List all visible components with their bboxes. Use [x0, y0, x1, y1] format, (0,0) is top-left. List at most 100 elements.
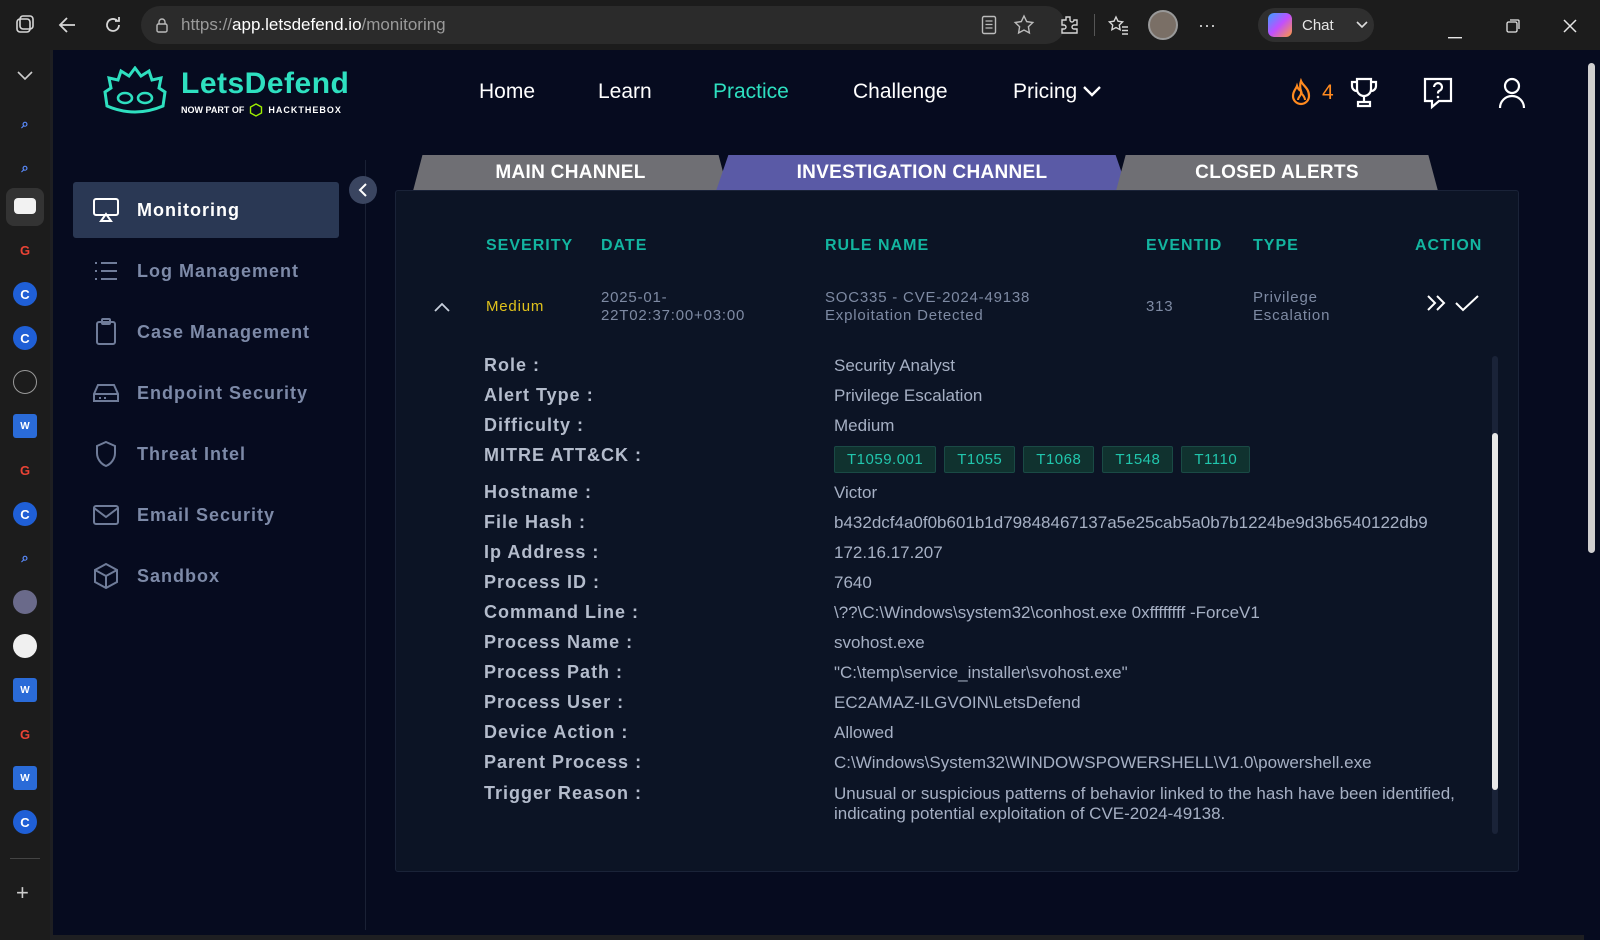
sidebar-item-log-management[interactable]: Log Management	[73, 243, 339, 299]
add-tab-icon[interactable]: +	[16, 880, 29, 906]
parent-process-value: C:\Windows\System32\WINDOWSPOWERSHELL\V1…	[834, 753, 1372, 772]
word-tab-icon[interactable]: W	[13, 414, 37, 438]
globe-tab-icon[interactable]	[13, 370, 37, 394]
help-icon[interactable]	[1422, 76, 1454, 115]
rule-name-line-2: Exploitation Detected	[825, 307, 984, 324]
process-id-label: Process ID :	[484, 572, 601, 592]
tab-closed-alerts[interactable]: CLOSED ALERTS	[1116, 155, 1438, 191]
favorites-icon[interactable]	[1102, 9, 1134, 41]
favorite-star-icon[interactable]	[1013, 14, 1035, 41]
sidebar-divider	[10, 858, 40, 859]
tab-main-channel[interactable]: MAIN CHANNEL	[413, 155, 728, 191]
role-value: Security Analyst	[834, 356, 955, 375]
mitre-tag[interactable]: T1548	[1102, 446, 1174, 473]
mitre-label: MITRE ATT&CK :	[484, 445, 642, 465]
column-header-date[interactable]: DATE	[601, 237, 647, 255]
escalate-icon[interactable]	[1426, 294, 1448, 317]
check-icon[interactable]	[1454, 294, 1480, 317]
streak-counter[interactable]: 4	[1286, 78, 1334, 108]
command-line-label: Command Line :	[484, 602, 640, 622]
rule-name-line-1: SOC335 - CVE-2024-49138	[825, 289, 1031, 306]
user-icon[interactable]	[1497, 76, 1527, 115]
nav-pricing[interactable]: Pricing	[1013, 80, 1102, 104]
sidebar-item-case-management[interactable]: Case Management	[73, 304, 339, 360]
nav-practice[interactable]: Practice	[713, 80, 789, 104]
details-scrollbar-thumb[interactable]	[1492, 433, 1498, 790]
reader-icon[interactable]	[981, 15, 997, 40]
monitor-icon	[91, 197, 121, 223]
brand-name: LetsDefend	[181, 67, 350, 100]
chevron-up-icon[interactable]	[434, 299, 450, 317]
sidebar-item-label: Email Security	[137, 504, 276, 525]
c-tab-icon[interactable]: C	[13, 810, 37, 834]
process-path-value: "C:\temp\service_installer\svohost.exe"	[834, 663, 1128, 682]
word-tab-icon[interactable]: W	[13, 766, 37, 790]
mitre-tag[interactable]: T1059.001	[834, 446, 937, 473]
close-icon[interactable]	[1563, 16, 1577, 39]
column-header-action[interactable]: ACTION	[1415, 237, 1482, 255]
mitre-tag[interactable]: T1055	[944, 446, 1016, 473]
mitre-tag[interactable]: T1068	[1023, 446, 1095, 473]
tabs-icon[interactable]	[9, 9, 41, 41]
c-tab-icon[interactable]: C	[13, 502, 37, 526]
column-header-severity[interactable]: SEVERITY	[486, 237, 573, 255]
type-line-2: Escalation	[1253, 307, 1331, 324]
chevron-left-icon	[358, 183, 367, 197]
column-header-rule-name[interactable]: RULE NAME	[825, 237, 929, 255]
github-tab-icon[interactable]	[13, 634, 37, 658]
shield-icon	[91, 440, 121, 468]
column-header-eventid[interactable]: EVENTID	[1146, 237, 1222, 255]
search-tab-icon[interactable]: ⌕	[13, 156, 37, 180]
refresh-icon[interactable]	[97, 9, 129, 41]
logo[interactable]: LetsDefend NOW PART OF HACKTHEBOX	[101, 66, 349, 118]
active-tab-highlight[interactable]	[6, 188, 44, 226]
nav-challenge[interactable]: Challenge	[853, 80, 948, 104]
ip-address-label: Ip Address :	[484, 542, 600, 562]
hostname-value: Victor	[834, 483, 878, 502]
search-tab-icon[interactable]: ⌕	[13, 546, 37, 570]
word-tab-icon[interactable]: W	[13, 678, 37, 702]
parent-process-label: Parent Process :	[484, 752, 643, 772]
address-bar[interactable]: https://app.letsdefend.io/monitoring	[141, 6, 1065, 44]
sidebar-collapse-button[interactable]	[349, 176, 377, 204]
letsdefend-app: LetsDefend NOW PART OF HACKTHEBOX Home L…	[53, 50, 1584, 935]
extensions-icon[interactable]	[1053, 9, 1085, 41]
chevron-down-icon[interactable]	[17, 68, 33, 86]
c-tab-icon[interactable]: C	[13, 282, 37, 306]
page-scrollbar-thumb[interactable]	[1588, 63, 1595, 553]
chevron-down-icon	[1083, 86, 1102, 97]
hedgehog-logo-icon	[103, 66, 167, 114]
tab-investigation-channel[interactable]: INVESTIGATION CHANNEL	[716, 155, 1128, 191]
profile-avatar[interactable]	[1148, 10, 1178, 40]
sidebar-item-email-security[interactable]: Email Security	[73, 487, 339, 543]
sidebar-item-label: Endpoint Security	[137, 382, 309, 403]
back-icon[interactable]	[52, 9, 84, 41]
search-tab-icon[interactable]: ⌕	[13, 112, 37, 136]
chevron-down-icon	[1356, 18, 1368, 32]
flame-icon	[1291, 78, 1311, 106]
copilot-chat-button[interactable]: Chat	[1258, 8, 1374, 42]
sidebar-item-sandbox[interactable]: Sandbox	[73, 548, 339, 604]
sidebar-item-endpoint-security[interactable]: Endpoint Security	[73, 365, 339, 421]
date-line-2: 22T02:37:00+03:00	[601, 307, 746, 324]
process-user-label: Process User :	[484, 692, 625, 712]
more-menu-icon[interactable]: ···	[1191, 9, 1223, 41]
device-action-value: Allowed	[834, 723, 894, 742]
c-tab-icon[interactable]: C	[13, 326, 37, 350]
process-user-value: EC2AMAZ-ILGVOIN\LetsDefend	[834, 693, 1081, 712]
nav-home[interactable]: Home	[479, 80, 535, 104]
google-tab-icon[interactable]: G	[13, 722, 37, 746]
nav-learn[interactable]: Learn	[598, 80, 652, 104]
sidebar-item-label: Threat Intel	[137, 443, 247, 464]
restore-icon[interactable]	[1506, 16, 1520, 39]
sidebar-item-threat-intel[interactable]: Threat Intel	[73, 426, 339, 482]
google-tab-icon[interactable]: G	[13, 458, 37, 482]
hostname-label: Hostname :	[484, 482, 593, 502]
trophy-icon[interactable]	[1349, 76, 1379, 115]
column-header-type[interactable]: TYPE	[1253, 237, 1299, 255]
github-tab-icon[interactable]	[13, 590, 37, 614]
google-tab-icon[interactable]: G	[13, 238, 37, 262]
minimize-icon[interactable]	[1448, 22, 1462, 45]
sidebar-item-monitoring[interactable]: Monitoring	[73, 182, 339, 238]
mitre-tag[interactable]: T1110	[1181, 446, 1251, 473]
